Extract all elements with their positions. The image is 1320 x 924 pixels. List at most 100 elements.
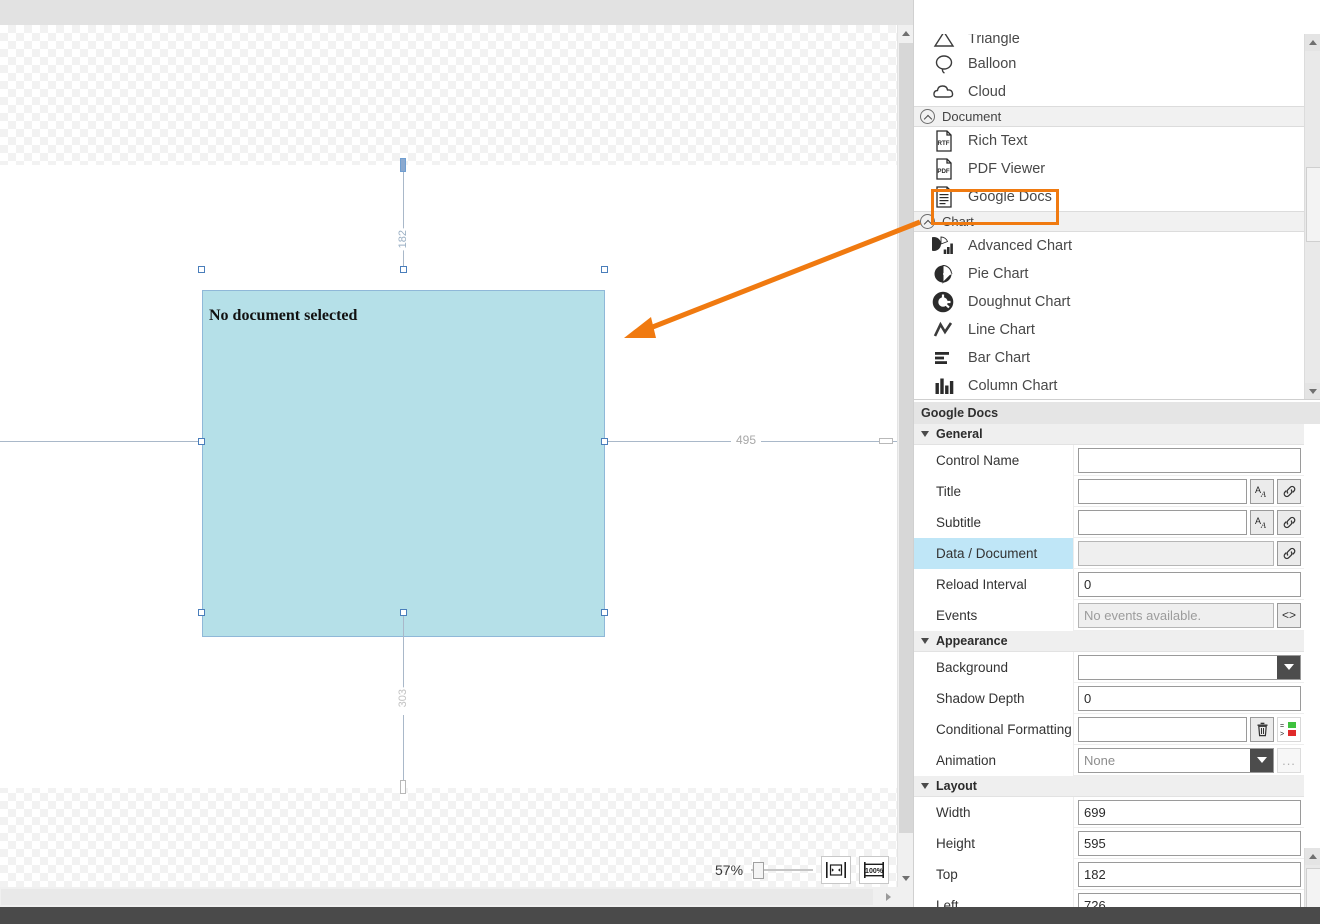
left-input[interactable]: 726: [1078, 892, 1301, 907]
chevron-right-icon: [886, 893, 891, 901]
property-label: Left: [914, 889, 1074, 907]
shadow-depth-input[interactable]: 0: [1078, 685, 1301, 711]
toolbox-item-column-chart[interactable]: Column Chart: [914, 372, 1304, 399]
events-input[interactable]: No events available.: [1078, 602, 1274, 628]
property-value-cell: 726: [1074, 890, 1304, 907]
toolbox-item-triangle[interactable]: Triangle: [914, 34, 1304, 50]
link-icon: [1283, 485, 1295, 497]
conditional-formatting-input[interactable]: [1078, 716, 1247, 742]
toolbox-item-balloon[interactable]: Balloon: [914, 50, 1304, 78]
selected-control-google-docs[interactable]: No document selected: [202, 290, 605, 637]
height-input[interactable]: 595: [1078, 830, 1301, 856]
property-label: Title: [914, 475, 1074, 507]
toolbox-item-advanced-chart[interactable]: Advanced Chart: [914, 232, 1304, 260]
subtitle-font-button[interactable]: A A: [1250, 509, 1274, 535]
animation-options-button[interactable]: ...: [1277, 747, 1301, 773]
toolbox-scroll-up-button[interactable]: [1305, 34, 1320, 51]
properties-scroll-thumb[interactable]: [1306, 868, 1320, 907]
data-document-link-button[interactable]: [1277, 540, 1301, 566]
toolbox-item-bar-chart[interactable]: Bar Chart: [914, 344, 1304, 372]
resize-handle-bottom-right[interactable]: [601, 609, 608, 616]
canvas-scroll-down-button[interactable]: [898, 870, 914, 887]
property-label: Background: [914, 651, 1074, 683]
property-row-data-document[interactable]: Data / Document: [914, 537, 1304, 569]
reload-interval-input[interactable]: 0: [1078, 571, 1301, 597]
toolbox-item-line-chart[interactable]: Line Chart: [914, 316, 1304, 344]
properties-vertical-scrollbar[interactable]: [1304, 848, 1320, 907]
toolbox-item-pie-chart[interactable]: Pie Chart: [914, 260, 1304, 288]
subtitle-input[interactable]: [1078, 509, 1247, 535]
property-row-animation: Animation None ...: [914, 744, 1304, 776]
properties-section-appearance[interactable]: Appearance: [914, 631, 1304, 652]
properties-section-general[interactable]: General: [914, 424, 1304, 445]
resize-handle-top-left[interactable]: [198, 266, 205, 273]
toolbox-group-header-chart[interactable]: Chart: [914, 211, 1304, 232]
toolbox-scroll-down-button[interactable]: [1305, 383, 1320, 399]
font-style-icon: A A: [1255, 516, 1266, 530]
subtitle-link-button[interactable]: [1277, 509, 1301, 535]
guide-bottom-label: 303: [397, 687, 409, 710]
property-value-cell: 0: [1074, 569, 1304, 600]
resize-handle-top-center[interactable]: [400, 266, 407, 273]
zoom-slider[interactable]: [751, 860, 814, 880]
toolbox-vertical-scrollbar[interactable]: [1304, 34, 1320, 399]
resize-handle-bottom-center[interactable]: [400, 609, 407, 616]
events-code-button[interactable]: <>: [1277, 602, 1301, 628]
canvas-viewport[interactable]: 182 495 303 No document selected: [0, 25, 897, 887]
conditional-formatting-delete-button[interactable]: [1250, 716, 1274, 742]
resize-handle-top-right[interactable]: [601, 266, 608, 273]
canvas-horizontal-scrollbar[interactable]: [0, 887, 913, 907]
toolbox-item-doughnut-chart[interactable]: Doughnut Chart: [914, 288, 1304, 316]
resize-handle-middle-left[interactable]: [198, 438, 205, 445]
resize-handle-middle-right[interactable]: [601, 438, 608, 445]
canvas-scroll-thumb[interactable]: [899, 43, 913, 833]
title-input[interactable]: [1078, 478, 1247, 504]
property-row-height: Height 595: [914, 827, 1304, 859]
title-font-button[interactable]: A A: [1250, 478, 1274, 504]
property-value-cell: 699: [1074, 797, 1304, 828]
toolbox-item-pdf-viewer[interactable]: PDF PDF Viewer: [914, 155, 1304, 183]
toolbox-scroll-thumb[interactable]: [1306, 167, 1320, 242]
zoom-slider-thumb[interactable]: [753, 862, 765, 879]
properties-grid[interactable]: General Control Name Title A A Subtitle …: [914, 424, 1320, 907]
canvas-scroll-up-button[interactable]: [898, 25, 914, 42]
toolbox-item-cloud[interactable]: Cloud: [914, 78, 1304, 106]
canvas-hscroll-thumb[interactable]: [1, 889, 873, 905]
animation-combo[interactable]: None: [1078, 747, 1274, 773]
top-input[interactable]: 182: [1078, 861, 1301, 887]
chevron-down-icon: [1283, 664, 1294, 670]
toolbox-item-label: Doughnut Chart: [968, 294, 1071, 310]
canvas-vertical-scrollbar[interactable]: [897, 25, 914, 887]
font-style-icon: A A: [1255, 485, 1266, 499]
guide-top-line-upper: [403, 172, 404, 265]
guide-bottom-line-upper: [403, 613, 404, 697]
properties-scroll-up-button[interactable]: [1305, 848, 1320, 865]
data-document-input[interactable]: [1078, 540, 1274, 566]
canvas-scroll-right-button[interactable]: [880, 889, 897, 905]
control-name-input[interactable]: [1078, 447, 1301, 473]
property-label: Animation: [914, 744, 1074, 776]
dropdown-arrow-button[interactable]: [1250, 748, 1273, 772]
toolbox-item-google-docs[interactable]: Google Docs: [914, 183, 1304, 211]
width-input[interactable]: 699: [1078, 799, 1301, 825]
zoom-toolbar: 57% 100%: [715, 856, 890, 884]
right-panel: Triangle Balloon Cloud Document RTF Rich…: [913, 0, 1320, 907]
selected-control-label: No document selected: [209, 307, 358, 324]
background-color-combo[interactable]: [1078, 654, 1301, 680]
resize-handle-bottom-left[interactable]: [198, 609, 205, 616]
actual-size-button[interactable]: 100%: [859, 856, 890, 884]
dropdown-arrow-button[interactable]: [1277, 655, 1300, 679]
toolbox-group-header-document[interactable]: Document: [914, 106, 1304, 127]
bottom-status-bar: [0, 907, 1320, 924]
toolbox-item-label: Balloon: [968, 56, 1017, 72]
conditional-formatting-rules-button[interactable]: = >: [1277, 716, 1301, 742]
toolbox-item-label: Advanced Chart: [968, 238, 1072, 254]
properties-section-layout[interactable]: Layout: [914, 776, 1304, 797]
toolbox-panel[interactable]: Triangle Balloon Cloud Document RTF Rich…: [914, 34, 1320, 400]
toolbox-item-rich-text[interactable]: RTF Rich Text: [914, 127, 1304, 155]
fit-to-width-button[interactable]: [821, 856, 852, 884]
title-link-button[interactable]: [1277, 478, 1301, 504]
svg-text:A: A: [1260, 521, 1266, 530]
property-value-cell: 595: [1074, 828, 1304, 859]
guide-top-cap: [400, 158, 406, 172]
